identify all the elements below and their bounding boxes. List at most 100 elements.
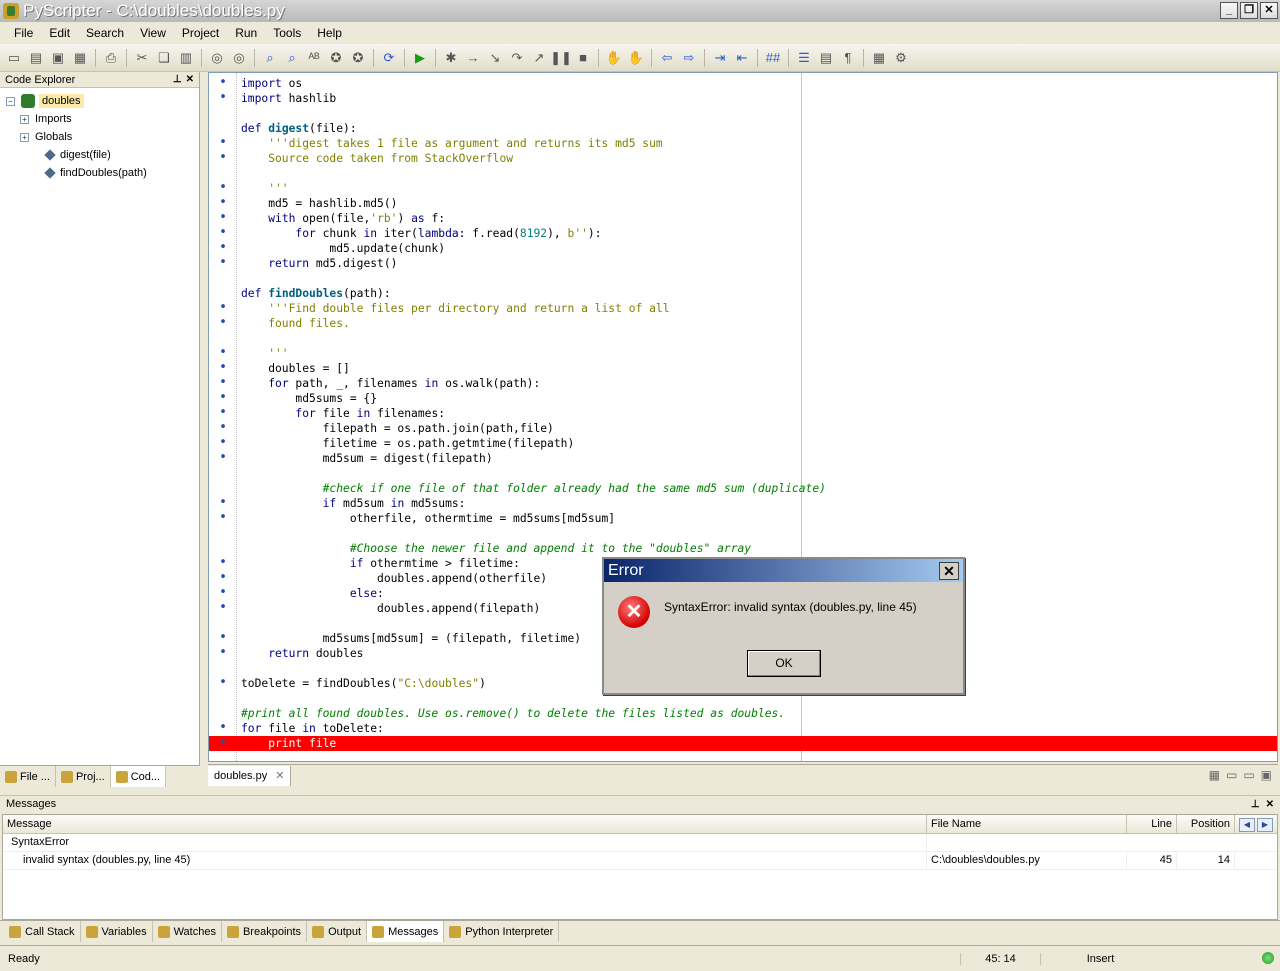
clear-breakpoints-icon[interactable]: ✋ — [626, 48, 646, 68]
tab-call-stack[interactable]: Call Stack — [4, 921, 81, 942]
next-message-icon[interactable]: ▶ — [1257, 818, 1273, 832]
vertical-splitter[interactable] — [200, 72, 208, 787]
code-line[interactable]: • md5sum = digest(filepath) — [209, 451, 1277, 466]
paste-icon[interactable]: ▥ — [176, 48, 196, 68]
pin-icon[interactable]: ⊥ — [173, 74, 182, 85]
column-file-name[interactable]: File Name — [927, 815, 1127, 833]
code-line[interactable]: • for file in toDelete: — [209, 721, 1277, 736]
word-wrap-icon[interactable]: ▤ — [816, 48, 836, 68]
find-icon[interactable]: ⌕ — [260, 48, 280, 68]
run-to-cursor-icon[interactable]: → — [463, 48, 483, 68]
save-icon[interactable]: ▣ — [48, 48, 68, 68]
tools-icon[interactable]: ⚙ — [891, 48, 911, 68]
code-line[interactable]: • for path, _, filenames in os.walk(path… — [209, 376, 1277, 391]
close-tab-icon[interactable]: ✕ — [275, 769, 284, 782]
minimize-button[interactable]: _ — [1220, 2, 1238, 19]
tree-node-imports[interactable]: + Imports — [6, 110, 199, 128]
stop-icon[interactable]: ■ — [573, 48, 593, 68]
cut-icon[interactable]: ✂ — [132, 48, 152, 68]
print-icon[interactable]: ⎙ — [101, 48, 121, 68]
tree-node-digest[interactable]: digest(file) — [6, 146, 199, 164]
code-line[interactable]: • import hashlib — [209, 91, 1277, 106]
tab-doubles-py[interactable]: doubles.py ✕ — [208, 765, 292, 786]
code-line[interactable] — [209, 166, 1277, 181]
code-line[interactable]: def findDoubles(path): — [209, 286, 1277, 301]
column-line[interactable]: Line — [1127, 815, 1177, 833]
ok-button[interactable]: OK — [747, 650, 821, 677]
tab-file-explorer[interactable]: File ... — [0, 766, 56, 787]
expand-icon[interactable]: + — [20, 114, 29, 124]
message-row[interactable]: invalid syntax (doubles.py, line 45) C:\… — [3, 852, 1277, 870]
dialog-close-button[interactable]: ✕ — [939, 561, 959, 580]
toggle-breakpoint-icon[interactable]: ✋ — [604, 48, 624, 68]
pin-icon[interactable]: ⊥ — [1251, 799, 1260, 810]
help-icon[interactable]: ⟳ — [379, 48, 399, 68]
tab-breakpoints[interactable]: Breakpoints — [222, 921, 308, 942]
tab-variables[interactable]: Variables — [81, 921, 153, 942]
tab-watches[interactable]: Watches — [153, 921, 222, 942]
run-icon[interactable]: ▶ — [410, 48, 430, 68]
menu-file[interactable]: File — [6, 26, 41, 40]
close-window-button[interactable]: ✕ — [1260, 2, 1278, 19]
menu-help[interactable]: Help — [309, 26, 350, 40]
line-numbers-icon[interactable]: ☰ — [794, 48, 814, 68]
code-line[interactable]: • md5 = hashlib.md5() — [209, 196, 1277, 211]
new-file-icon[interactable]: ▭ — [4, 48, 24, 68]
step-into-icon[interactable]: ↘ — [485, 48, 505, 68]
code-line[interactable]: • for file in filenames: — [209, 406, 1277, 421]
code-line[interactable] — [209, 106, 1277, 121]
code-line[interactable]: • '''digest takes 1 file as argument and… — [209, 136, 1277, 151]
tab-messages[interactable]: Messages — [367, 921, 445, 942]
import-module-icon[interactable]: ✪ — [348, 48, 368, 68]
close-panel-icon[interactable]: ✕ — [1266, 799, 1274, 810]
check-syntax-icon[interactable]: ✪ — [326, 48, 346, 68]
column-position[interactable]: Position — [1177, 815, 1235, 833]
code-line[interactable]: def digest(file): — [209, 121, 1277, 136]
menu-view[interactable]: View — [132, 26, 174, 40]
split-horizontal-icon[interactable]: ▭ — [1226, 768, 1237, 782]
special-chars-icon[interactable]: ¶ — [838, 48, 858, 68]
collapse-icon[interactable]: − — [6, 96, 15, 106]
code-line[interactable]: #check if one file of that folder alread… — [209, 481, 1277, 496]
code-line[interactable]: • filetime = os.path.getmtime(filepath) — [209, 436, 1277, 451]
tree-node-finddoubles[interactable]: findDoubles(path) — [6, 164, 199, 182]
code-line[interactable]: • ''' — [209, 181, 1277, 196]
code-line[interactable]: • if md5sum in md5sums: — [209, 496, 1277, 511]
code-line[interactable]: • doubles = [] — [209, 361, 1277, 376]
code-line[interactable]: • Source code taken from StackOverflow — [209, 151, 1277, 166]
maximize-editor-icon[interactable]: ▣ — [1261, 768, 1272, 782]
step-out-icon[interactable]: ↗ — [529, 48, 549, 68]
undo-icon[interactable]: ◎ — [207, 48, 227, 68]
code-line[interactable]: • '''Find double files per directory and… — [209, 301, 1277, 316]
redo-icon[interactable]: ◎ — [229, 48, 249, 68]
code-line[interactable]: #print all found doubles. Use os.remove(… — [209, 706, 1277, 721]
code-line[interactable]: • otherfile, othermtime = md5sums[md5sum… — [209, 511, 1277, 526]
tab-output[interactable]: Output — [307, 921, 368, 942]
split-vertical-icon[interactable]: ▭ — [1243, 768, 1254, 782]
editor-layout-icon[interactable]: ▦ — [1209, 768, 1220, 782]
code-line[interactable]: #Choose the newer file and append it to … — [209, 541, 1277, 556]
menu-search[interactable]: Search — [78, 26, 132, 40]
layout-icon[interactable]: ▦ — [869, 48, 889, 68]
tab-project-explorer[interactable]: Proj... — [56, 766, 111, 787]
open-file-icon[interactable]: ▤ — [26, 48, 46, 68]
code-line[interactable]: • with open(file,'rb') as f: — [209, 211, 1277, 226]
step-over-icon[interactable]: ↷ — [507, 48, 527, 68]
debug-icon[interactable]: ✱ — [441, 48, 461, 68]
code-line[interactable]: • md5sums = {} — [209, 391, 1277, 406]
prev-message-icon[interactable]: ◀ — [1239, 818, 1255, 832]
code-line[interactable] — [209, 271, 1277, 286]
close-panel-icon[interactable]: ✕ — [186, 74, 194, 85]
code-line[interactable]: • ''' — [209, 346, 1277, 361]
indent-icon[interactable]: ⇥ — [710, 48, 730, 68]
code-line[interactable]: • filepath = os.path.join(path,file) — [209, 421, 1277, 436]
dedent-icon[interactable]: ⇤ — [732, 48, 752, 68]
tab-python-interpreter[interactable]: Python Interpreter — [444, 921, 560, 942]
menu-run[interactable]: Run — [227, 26, 265, 40]
tree-node-doubles[interactable]: − doubles — [6, 92, 199, 110]
copy-icon[interactable]: ❏ — [154, 48, 174, 68]
code-line[interactable] — [209, 526, 1277, 541]
column-message[interactable]: Message — [3, 815, 927, 833]
tab-code-explorer[interactable]: Cod... — [110, 766, 167, 787]
expand-icon[interactable]: + — [20, 132, 29, 142]
